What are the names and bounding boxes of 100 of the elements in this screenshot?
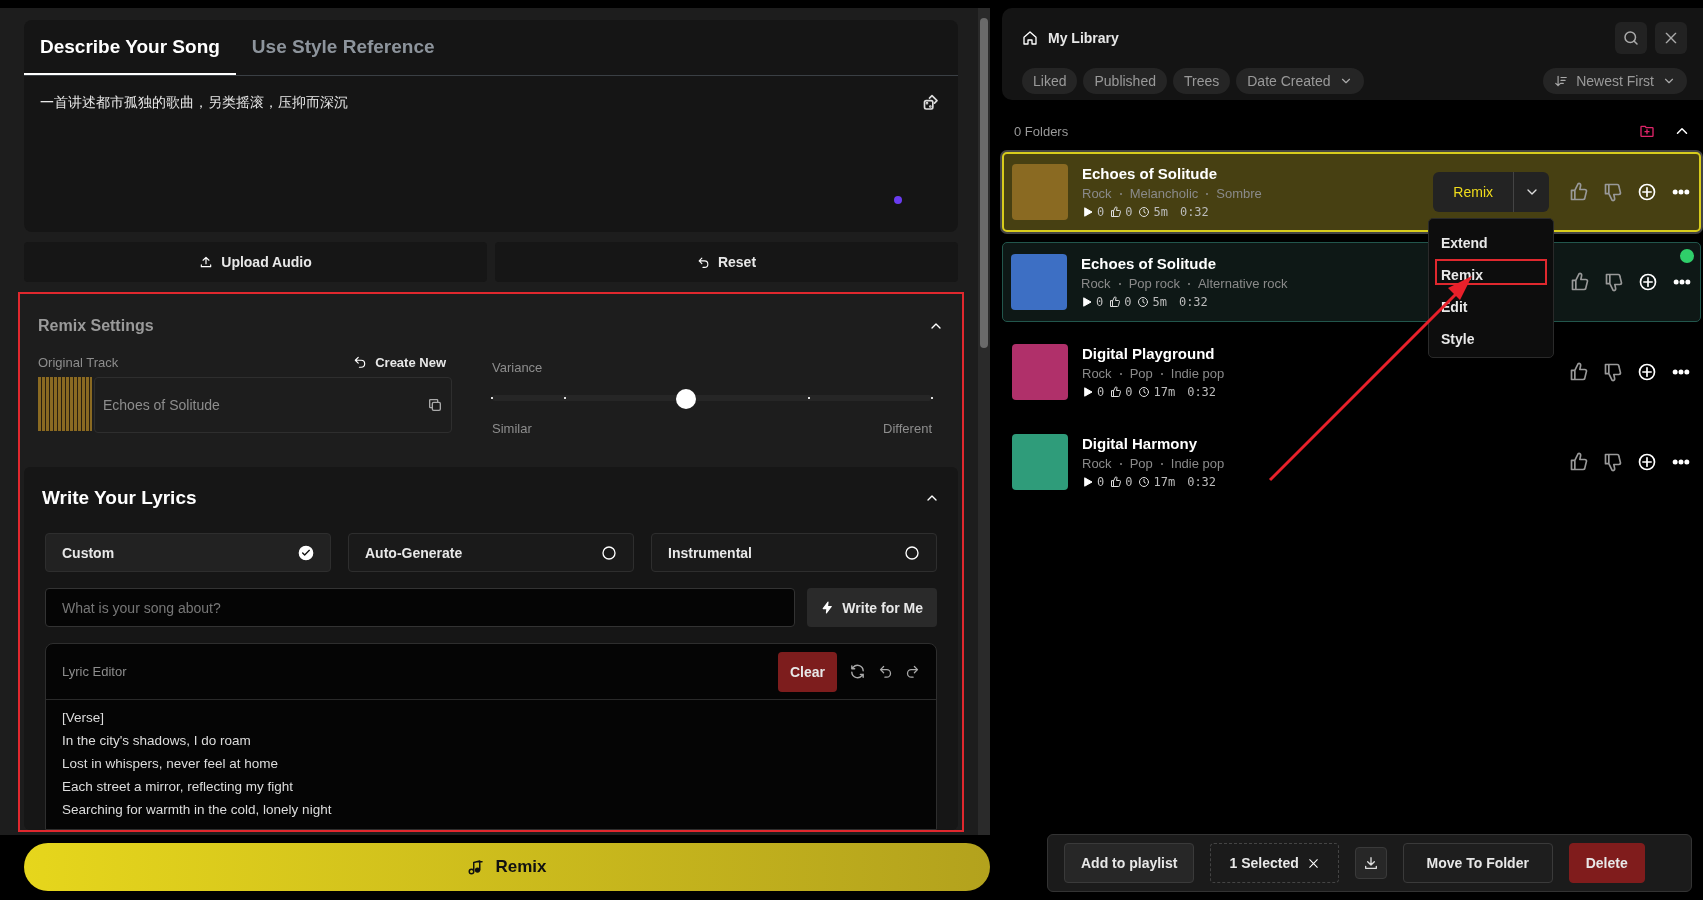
undo-icon bbox=[353, 355, 368, 370]
like-count: 0 bbox=[1125, 385, 1133, 399]
clock-icon bbox=[1138, 206, 1151, 218]
field-label: Variance bbox=[492, 359, 544, 375]
redo-icon[interactable] bbox=[905, 664, 920, 679]
thumbs-up-icon bbox=[1110, 206, 1123, 218]
sort-dropdown[interactable]: Newest First bbox=[1543, 68, 1687, 94]
remix-button[interactable]: Remix bbox=[1433, 172, 1513, 212]
genre-tag: Indie pop bbox=[1170, 456, 1225, 471]
thumbs-up-icon bbox=[1110, 386, 1123, 398]
track-age: 17m bbox=[1153, 385, 1176, 399]
add-icon[interactable] bbox=[1637, 362, 1657, 382]
dropdown[interactable]: Date Created bbox=[1236, 68, 1364, 94]
genre-tag: Rock bbox=[1082, 456, 1112, 471]
track-row[interactable]: Digital Harmony Rock Pop Indie pop 0 0 17m 0:32 bbox=[1002, 422, 1701, 502]
thumbs-down-icon[interactable] bbox=[1603, 362, 1623, 382]
move-to-folder-button[interactable]: Move To Folder bbox=[1402, 843, 1553, 883]
play-count: 0 bbox=[1097, 475, 1105, 489]
music-note-icon bbox=[467, 858, 486, 876]
undo-icon bbox=[696, 255, 710, 269]
section-title: Write Your Lyrics bbox=[42, 487, 197, 509]
genre-tag: Alternative rock bbox=[1197, 276, 1288, 291]
track-name: Echoes of Solitude bbox=[103, 396, 220, 413]
remix-button[interactable]: Remix bbox=[24, 843, 990, 891]
mode-option[interactable]: Instrumental bbox=[651, 533, 937, 572]
like-count: 0 bbox=[1125, 205, 1133, 219]
variance-slider[interactable] bbox=[492, 388, 932, 407]
menu-item[interactable]: Remix bbox=[1435, 259, 1547, 285]
track-title: Echoes of Solitude bbox=[1081, 255, 1217, 272]
download-button[interactable] bbox=[1354, 847, 1387, 879]
menu-item[interactable]: Style bbox=[1435, 323, 1547, 349]
slider-thumb[interactable] bbox=[675, 388, 696, 409]
tab[interactable]: Use Style Reference bbox=[235, 20, 451, 75]
track-title: Echoes of Solitude bbox=[1082, 165, 1218, 182]
genre-tag: Pop rock bbox=[1128, 276, 1180, 291]
play-count: 0 bbox=[1097, 205, 1105, 219]
like-count: 0 bbox=[1124, 295, 1132, 309]
mode-option[interactable]: Custom bbox=[45, 533, 331, 572]
input-field[interactable]: What is your song about? bbox=[45, 588, 796, 627]
clear-button[interactable]: Clear bbox=[777, 651, 837, 692]
thumbs-up-icon[interactable] bbox=[1569, 452, 1589, 472]
genre-tag: Indie pop bbox=[1170, 366, 1225, 381]
thumbs-down-icon[interactable] bbox=[1603, 182, 1623, 202]
filter-chip[interactable]: Trees bbox=[1172, 68, 1231, 94]
play-icon[interactable] bbox=[1082, 476, 1094, 488]
thumbs-up-icon[interactable] bbox=[1570, 272, 1590, 292]
folder-count: 0 Folders bbox=[1014, 123, 1069, 139]
library-title: My Library bbox=[1048, 30, 1119, 46]
upload-audio-button[interactable]: Upload Audio bbox=[24, 242, 487, 282]
play-icon[interactable] bbox=[1082, 206, 1094, 218]
slider-min-label: Similar bbox=[492, 420, 532, 436]
genre-tag: Rock bbox=[1082, 186, 1112, 201]
play-icon[interactable] bbox=[1082, 386, 1094, 398]
genre-tag: Sombre bbox=[1216, 186, 1262, 201]
tab[interactable]: Describe Your Song bbox=[24, 20, 236, 75]
delete-button[interactable]: Delete bbox=[1568, 843, 1645, 883]
download-icon bbox=[1362, 855, 1379, 871]
like-count: 0 bbox=[1125, 475, 1133, 489]
home-icon bbox=[1022, 30, 1038, 46]
track-duration: 0:32 bbox=[1179, 205, 1209, 219]
undo-icon[interactable] bbox=[878, 664, 893, 679]
filter-chip[interactable]: Published bbox=[1083, 68, 1167, 94]
dropdown-toggle-button[interactable] bbox=[1513, 172, 1549, 212]
mode-option[interactable]: Auto-Generate bbox=[348, 533, 634, 572]
add-icon[interactable] bbox=[1638, 272, 1658, 292]
write-for-me-button[interactable]: Write for Me bbox=[807, 588, 937, 627]
lyric-line: [Verse] bbox=[62, 710, 106, 727]
copy-icon[interactable] bbox=[427, 396, 443, 413]
track-age: 5m bbox=[1153, 205, 1168, 219]
search-button[interactable] bbox=[1615, 22, 1647, 54]
clock-icon bbox=[1138, 386, 1151, 398]
add-to-playlist-button[interactable]: Add to playlist bbox=[1064, 843, 1195, 883]
play-count: 0 bbox=[1096, 295, 1104, 309]
thumbs-up-icon[interactable] bbox=[1569, 182, 1589, 202]
track-age: 17m bbox=[1153, 475, 1176, 489]
selected-count-button[interactable]: 1 Selected bbox=[1210, 843, 1339, 883]
create-new-button[interactable]: Create New bbox=[347, 353, 452, 371]
genre-tag: Pop bbox=[1129, 366, 1153, 381]
thumbs-up-icon[interactable] bbox=[1569, 362, 1589, 382]
play-icon[interactable] bbox=[1081, 296, 1093, 308]
scrollbar[interactable] bbox=[978, 8, 990, 835]
thumbs-down-icon[interactable] bbox=[1603, 452, 1623, 472]
radio-circle-icon bbox=[904, 544, 920, 561]
description-text: 一首讲述都市孤独的歌曲，另类摇滚，压抑而深沉 bbox=[40, 94, 349, 112]
filter-chip[interactable]: Liked bbox=[1022, 68, 1078, 94]
check-circle-icon bbox=[298, 544, 314, 561]
refresh-icon[interactable] bbox=[849, 663, 866, 680]
genre-tag: Rock bbox=[1082, 366, 1112, 381]
sort-icon bbox=[1554, 74, 1569, 88]
add-icon[interactable] bbox=[1637, 452, 1657, 472]
field-label: Original Track bbox=[38, 354, 119, 370]
editor-label: Lyric Editor bbox=[62, 664, 127, 679]
folder-plus-icon[interactable] bbox=[1639, 123, 1655, 139]
lyric-line: Each street a mirror, reflecting my fight bbox=[62, 779, 295, 796]
close-button[interactable] bbox=[1655, 22, 1687, 54]
add-icon[interactable] bbox=[1637, 182, 1657, 202]
lyric-line: Lost in whispers, never feel at home bbox=[62, 756, 280, 773]
slider-max-label: Different bbox=[883, 420, 932, 436]
reset-button[interactable]: Reset bbox=[495, 242, 958, 282]
thumbs-down-icon[interactable] bbox=[1604, 272, 1624, 292]
